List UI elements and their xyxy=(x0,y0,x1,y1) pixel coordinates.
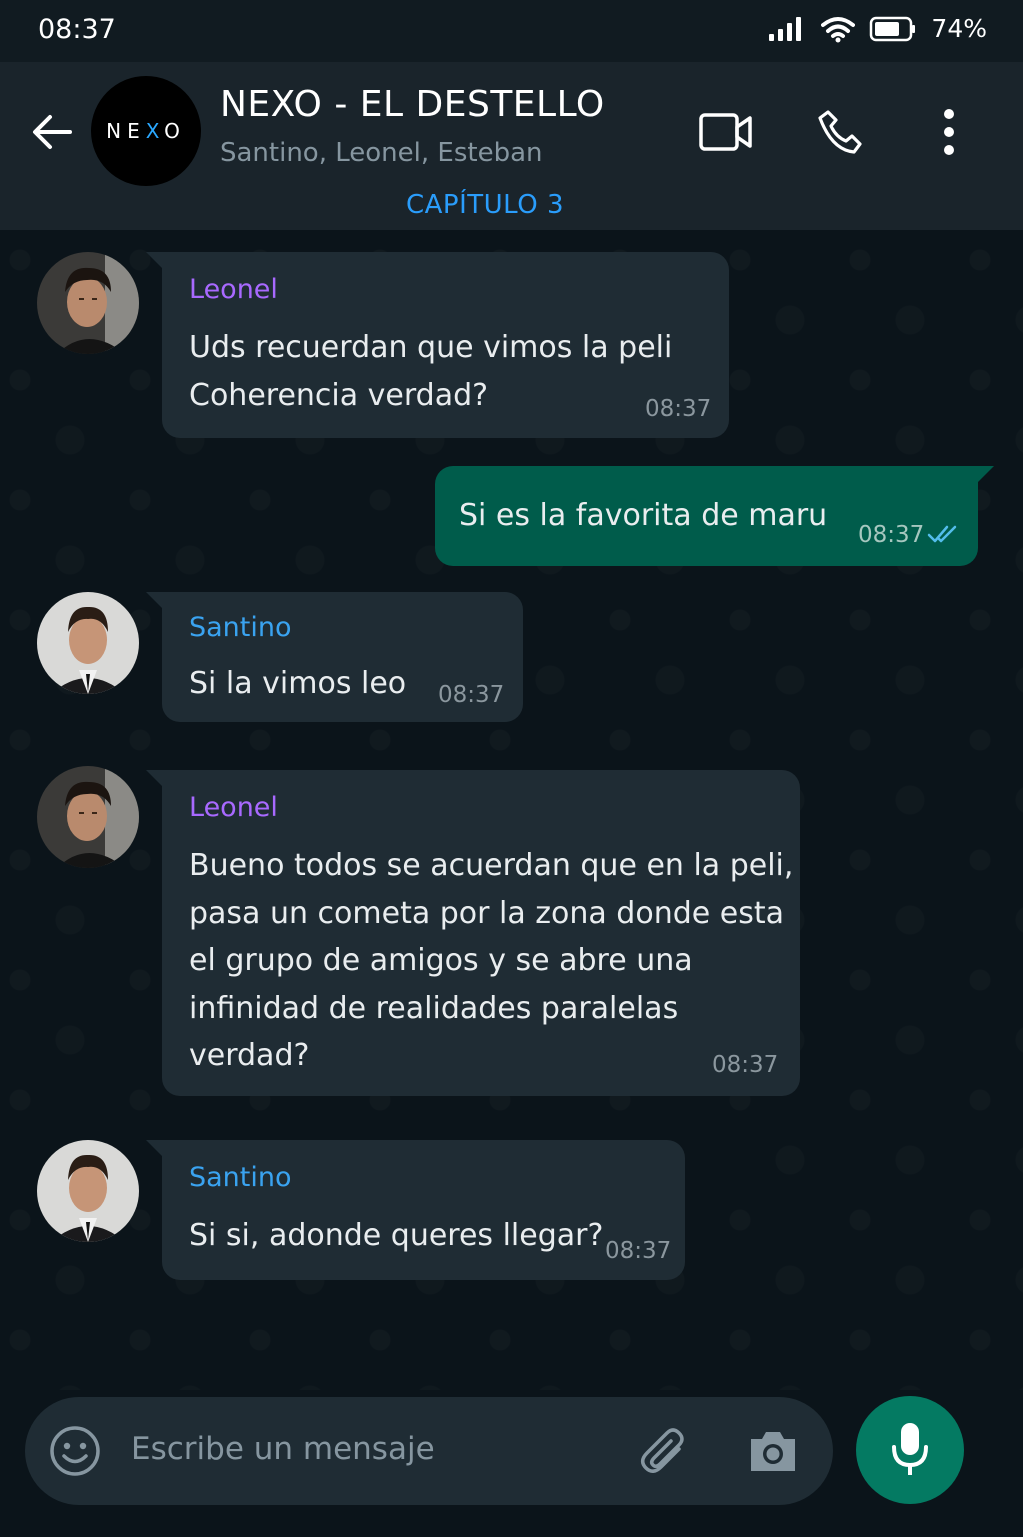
santino-portrait xyxy=(37,1140,139,1242)
voice-message-button[interactable] xyxy=(856,1396,964,1504)
message-bubble[interactable]: Leonel Bueno todos se acuerdan que en la… xyxy=(146,770,800,1096)
avatar-santino[interactable] xyxy=(37,1140,139,1242)
more-options-icon[interactable] xyxy=(938,108,960,156)
leonel-portrait xyxy=(37,766,139,868)
message-time: 08:37 xyxy=(858,522,925,548)
status-bar: 08:37 74% xyxy=(0,0,1023,62)
leonel-portrait xyxy=(37,252,139,354)
chat-header: NEXO NEXO - EL DESTELLO Santino, Leonel,… xyxy=(0,62,1023,230)
avatar-leonel[interactable] xyxy=(37,766,139,868)
attach-icon[interactable] xyxy=(639,1427,691,1479)
battery-icon xyxy=(870,16,916,41)
chat-members[interactable]: Santino, Leonel, Esteban xyxy=(220,138,543,168)
read-receipt-icon xyxy=(927,525,957,543)
battery-percentage: 74% xyxy=(931,14,987,43)
message-bubble-outgoing[interactable]: Si es la favorita de maru 08:37 xyxy=(435,466,994,566)
message-text: Si si, adonde queres llegar? xyxy=(189,1218,604,1253)
avatar-leonel[interactable] xyxy=(37,252,139,354)
message-sender: Leonel xyxy=(189,792,278,823)
message-time: 08:37 xyxy=(438,682,505,708)
message-text: Si es la favorita de maru xyxy=(459,498,828,533)
chat-title[interactable]: NEXO - EL DESTELLO xyxy=(220,84,605,125)
chapter-label: CAPÍTULO 3 xyxy=(405,190,565,220)
message-text: Si la vimos leo xyxy=(189,666,407,701)
message-sender: Santino xyxy=(189,1162,292,1193)
message-sender: Leonel xyxy=(189,274,278,305)
message-input-bar: Escribe un mensaje xyxy=(25,1397,833,1505)
group-avatar[interactable]: NEXO xyxy=(91,76,201,186)
logo-text-o: O xyxy=(164,119,186,143)
message-sender: Santino xyxy=(189,612,292,643)
back-arrow-icon[interactable] xyxy=(30,110,74,154)
message-time: 08:37 xyxy=(645,396,712,422)
message-text: Uds recuerdan que vimos la peli Coherenc… xyxy=(189,330,673,413)
message-bubble[interactable]: Leonel Uds recuerdan que vimos la peli C… xyxy=(146,252,729,438)
message-time: 08:37 xyxy=(712,1052,779,1078)
message-bubble[interactable]: Santino Si la vimos leo 08:37 xyxy=(146,592,523,722)
message-list[interactable]: Leonel Uds recuerdan que vimos la peli C… xyxy=(0,230,1023,1390)
group-logo: NEXO xyxy=(106,119,186,143)
status-icons: 74% xyxy=(767,14,987,43)
message-bubble[interactable]: Santino Si si, adonde queres llegar? 08:… xyxy=(146,1140,685,1280)
message-text: Bueno todos se acuerdan que en la peli, … xyxy=(189,848,794,1073)
wifi-icon xyxy=(821,16,856,42)
signal-icon xyxy=(769,16,802,41)
message-time: 08:37 xyxy=(605,1238,672,1264)
status-time: 08:37 xyxy=(38,14,116,45)
logo-text-x: X xyxy=(145,119,165,143)
emoji-icon[interactable] xyxy=(49,1425,101,1477)
avatar-santino[interactable] xyxy=(37,592,139,694)
message-input[interactable]: Escribe un mensaje xyxy=(131,1431,435,1467)
video-call-icon[interactable] xyxy=(698,112,754,152)
logo-text-ne: NE xyxy=(106,119,146,143)
phone-icon[interactable] xyxy=(816,108,864,156)
mic-icon xyxy=(892,1423,928,1475)
chat-screen: 08:37 74% NEXO NEXO - EL DESTELLO Santin… xyxy=(0,0,1023,1537)
santino-portrait xyxy=(37,592,139,694)
camera-icon[interactable] xyxy=(747,1427,799,1475)
